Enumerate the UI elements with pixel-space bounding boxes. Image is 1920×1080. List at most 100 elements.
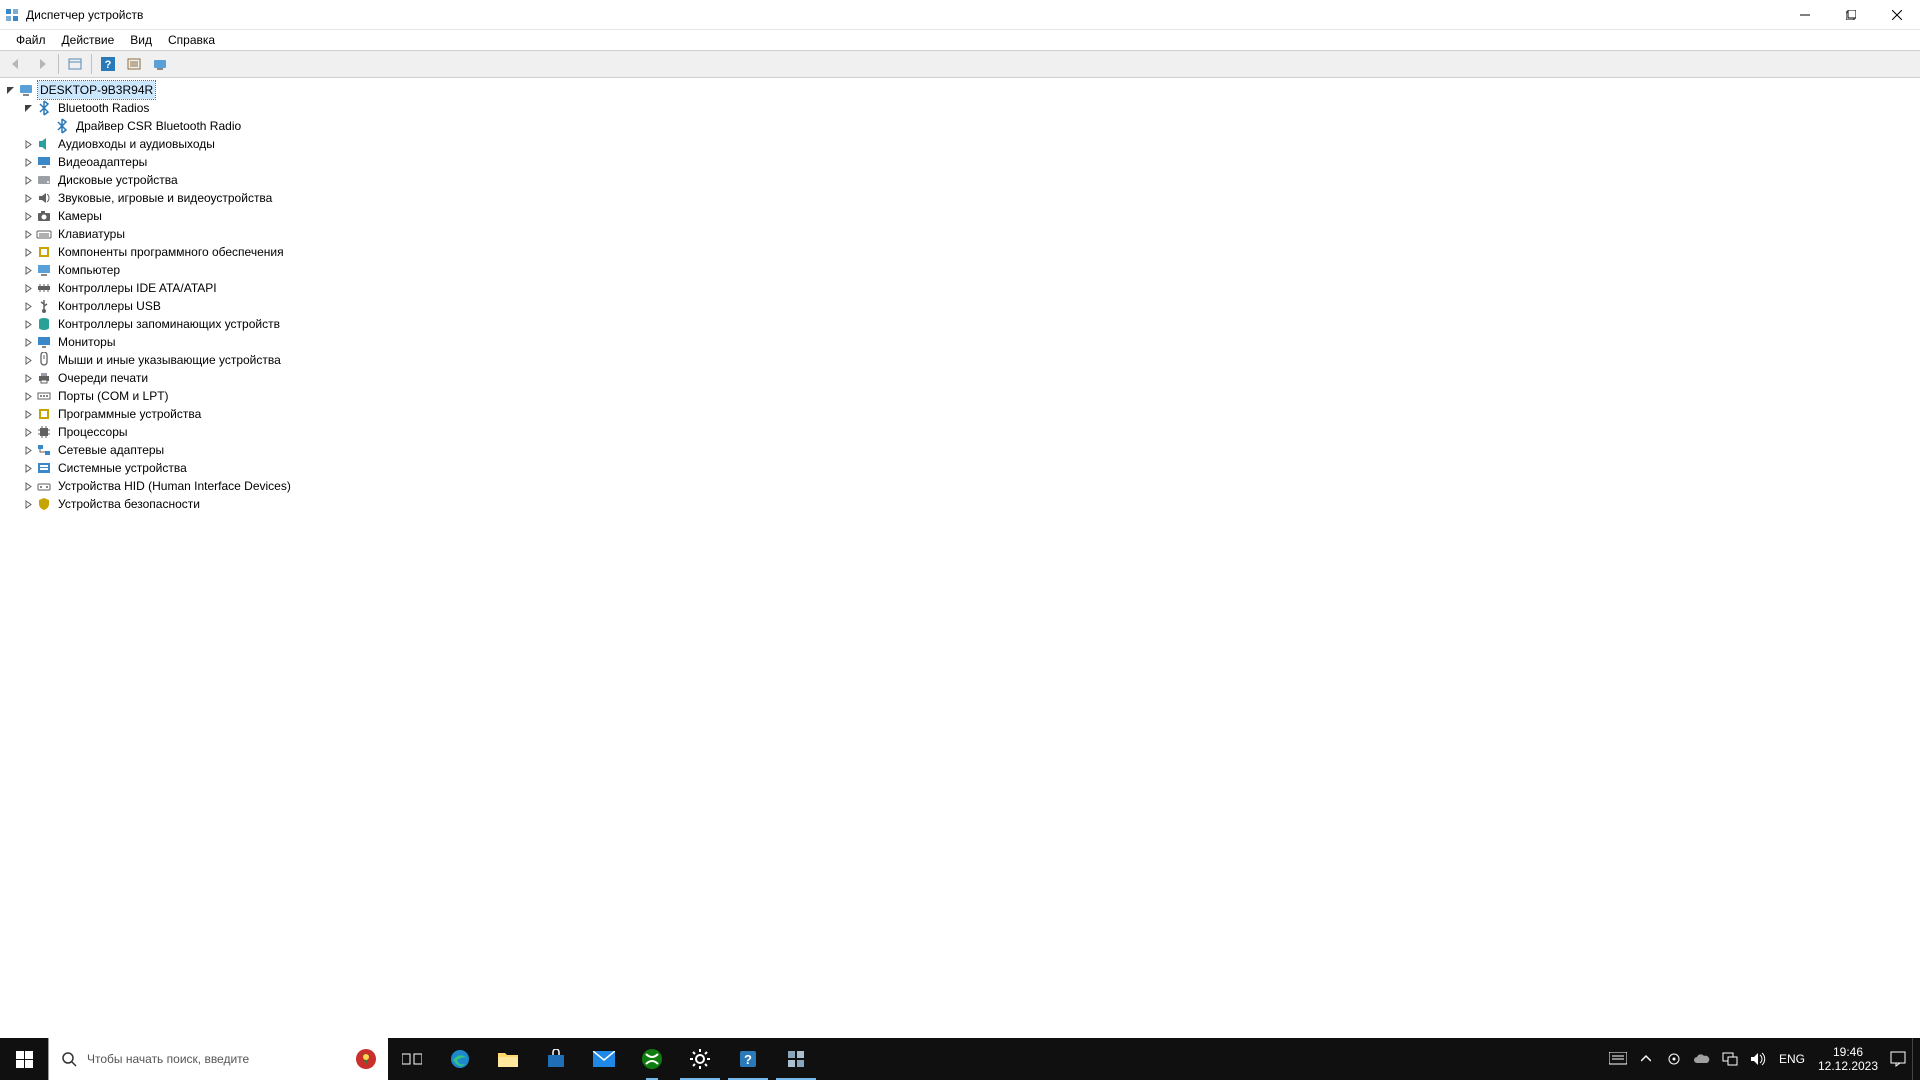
device-tree[interactable]: DESKTOP-9B3R94RBluetooth RadiosДрайвер C… <box>0 78 1920 1038</box>
tree-node-category[interactable]: Аудиовходы и аудиовыходы <box>22 135 1920 153</box>
tree-node-device[interactable]: Драйвер CSR Bluetooth Radio <box>40 117 1920 135</box>
tree-node-category[interactable]: Мониторы <box>22 333 1920 351</box>
keyboard-icon <box>36 226 52 242</box>
tray-date: 12.12.2023 <box>1818 1059 1878 1073</box>
search-decoration-icon <box>352 1045 380 1073</box>
taskbar-app-mail[interactable] <box>580 1038 628 1080</box>
taskbar: Чтобы начать поиск, введите ? ENG 19:46 … <box>0 1038 1920 1080</box>
taskbar-app-tips[interactable]: ? <box>724 1038 772 1080</box>
forward-button[interactable] <box>30 52 54 76</box>
tree-expander-closed[interactable] <box>22 498 34 510</box>
tray-language[interactable]: ENG <box>1772 1038 1812 1080</box>
disk-icon <box>36 172 52 188</box>
start-button[interactable] <box>0 1038 48 1080</box>
tree-expander-closed[interactable] <box>22 408 34 420</box>
tree-node-category[interactable]: Компоненты программного обеспечения <box>22 243 1920 261</box>
tree-expander-none <box>40 120 52 132</box>
tree-node-category[interactable]: Контроллеры IDE ATA/ATAPI <box>22 279 1920 297</box>
tree-expander-closed[interactable] <box>22 210 34 222</box>
tree-expander-closed[interactable] <box>22 426 34 438</box>
svg-text:?: ? <box>744 1052 752 1067</box>
tree-node-category[interactable]: Bluetooth Radios <box>22 99 1920 117</box>
tray-onedrive-icon[interactable] <box>1688 1038 1716 1080</box>
tray-overflow-icon[interactable] <box>1632 1038 1660 1080</box>
taskbar-app-explorer[interactable] <box>484 1038 532 1080</box>
properties-button[interactable] <box>122 52 146 76</box>
tree-expander-closed[interactable] <box>22 282 34 294</box>
taskbar-app-store[interactable] <box>532 1038 580 1080</box>
mouse-icon <box>36 352 52 368</box>
tray-network-icon[interactable] <box>1716 1038 1744 1080</box>
tree-node-category[interactable]: Видеоадаптеры <box>22 153 1920 171</box>
tree-node-category[interactable]: Сетевые адаптеры <box>22 441 1920 459</box>
tree-node-category[interactable]: Устройства безопасности <box>22 495 1920 513</box>
minimize-button[interactable] <box>1782 0 1828 29</box>
tree-expander-closed[interactable] <box>22 300 34 312</box>
tray-time: 19:46 <box>1833 1045 1863 1059</box>
tree-expander-open[interactable] <box>4 84 16 96</box>
search-placeholder: Чтобы начать поиск, введите <box>87 1052 249 1066</box>
tree-node-category[interactable]: Компьютер <box>22 261 1920 279</box>
tree-expander-closed[interactable] <box>22 480 34 492</box>
tree-expander-closed[interactable] <box>22 318 34 330</box>
tree-expander-closed[interactable] <box>22 192 34 204</box>
tray-clock[interactable]: 19:46 12.12.2023 <box>1812 1038 1884 1080</box>
menu-file[interactable]: Файл <box>8 31 54 49</box>
tree-label: Компьютер <box>56 261 122 279</box>
tree-node-category[interactable]: Очереди печати <box>22 369 1920 387</box>
tree-expander-closed[interactable] <box>22 138 34 150</box>
menu-help[interactable]: Справка <box>160 31 223 49</box>
tree-label: Программные устройства <box>56 405 203 423</box>
tree-expander-closed[interactable] <box>22 354 34 366</box>
tree-expander-closed[interactable] <box>22 390 34 402</box>
menu-view[interactable]: Вид <box>122 31 160 49</box>
taskbar-app-edge[interactable] <box>436 1038 484 1080</box>
camera-icon <box>36 208 52 224</box>
taskbar-app-device-manager[interactable] <box>772 1038 820 1080</box>
tree-expander-closed[interactable] <box>22 372 34 384</box>
tree-node-category[interactable]: Контроллеры USB <box>22 297 1920 315</box>
tray-touch-keyboard-icon[interactable] <box>1604 1038 1632 1080</box>
tree-expander-closed[interactable] <box>22 156 34 168</box>
back-button[interactable] <box>4 52 28 76</box>
taskbar-app-xbox[interactable] <box>628 1038 676 1080</box>
tree-label: Контроллеры IDE ATA/ATAPI <box>56 279 219 297</box>
tray-notifications-icon[interactable] <box>1884 1038 1912 1080</box>
tree-expander-closed[interactable] <box>22 264 34 276</box>
tree-expander-closed[interactable] <box>22 444 34 456</box>
tree-node-category[interactable]: Устройства HID (Human Interface Devices) <box>22 477 1920 495</box>
tree-expander-open[interactable] <box>22 102 34 114</box>
tree-node-category[interactable]: Клавиатуры <box>22 225 1920 243</box>
tree-node-category[interactable]: Процессоры <box>22 423 1920 441</box>
help-button[interactable]: ? <box>96 52 120 76</box>
tree-expander-closed[interactable] <box>22 174 34 186</box>
tree-node-root[interactable]: DESKTOP-9B3R94R <box>4 81 1920 99</box>
close-button[interactable] <box>1874 0 1920 29</box>
tree-node-category[interactable]: Программные устройства <box>22 405 1920 423</box>
scan-hardware-button[interactable] <box>148 52 172 76</box>
tree-expander-closed[interactable] <box>22 462 34 474</box>
tree-label: Мыши и иные указывающие устройства <box>56 351 283 369</box>
tray-volume-icon[interactable] <box>1744 1038 1772 1080</box>
tree-label: Устройства безопасности <box>56 495 202 513</box>
menu-action[interactable]: Действие <box>54 31 123 49</box>
task-view-button[interactable] <box>388 1038 436 1080</box>
tree-expander-closed[interactable] <box>22 228 34 240</box>
tree-node-category[interactable]: Мыши и иные указывающие устройства <box>22 351 1920 369</box>
tree-node-category[interactable]: Контроллеры запоминающих устройств <box>22 315 1920 333</box>
search-box[interactable]: Чтобы начать поиск, введите <box>48 1038 388 1080</box>
taskbar-app-settings[interactable] <box>676 1038 724 1080</box>
tree-node-category[interactable]: Системные устройства <box>22 459 1920 477</box>
tree-node-category[interactable]: Порты (COM и LPT) <box>22 387 1920 405</box>
show-desktop-button[interactable] <box>1912 1038 1918 1080</box>
tray-location-icon[interactable] <box>1660 1038 1688 1080</box>
tree-expander-closed[interactable] <box>22 246 34 258</box>
maximize-button[interactable] <box>1828 0 1874 29</box>
tree-node-category[interactable]: Камеры <box>22 207 1920 225</box>
tree-expander-closed[interactable] <box>22 336 34 348</box>
bluetooth-icon <box>54 118 70 134</box>
show-hidden-button[interactable] <box>63 52 87 76</box>
tree-node-category[interactable]: Звуковые, игровые и видеоустройства <box>22 189 1920 207</box>
tree-node-category[interactable]: Дисковые устройства <box>22 171 1920 189</box>
tree-label: Системные устройства <box>56 459 189 477</box>
